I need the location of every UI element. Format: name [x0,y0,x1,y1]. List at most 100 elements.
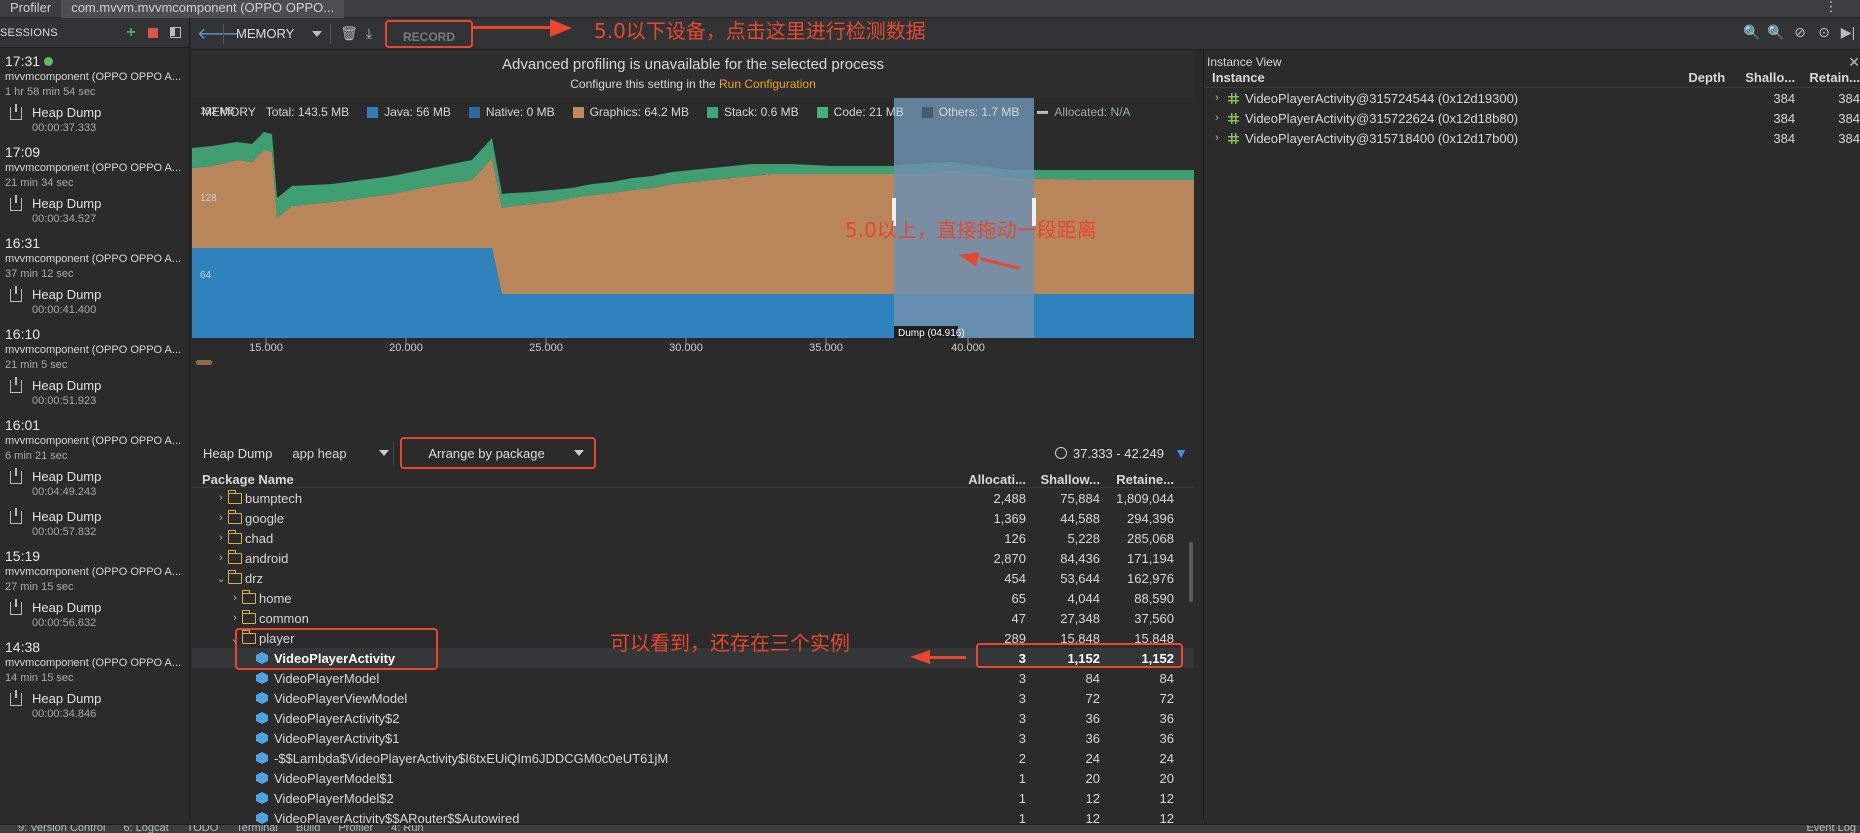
zoom-in-icon[interactable]: 🔍 [1764,24,1788,41]
session-duration: 6 min 21 sec [5,450,68,462]
table-row[interactable]: VideoPlayerActivity$2 3 36 36 [192,708,1194,728]
retained-cell: 12 [1159,790,1174,806]
header-shallow-size[interactable]: Shallow... [1030,472,1106,487]
profiler-toolbar: 🡐 MEMORY 🗑 ⤓ RECORD 🔍 🔍 ⊘ ⊙ ▶| [191,18,1860,50]
instance-row[interactable]: › VideoPlayerActivity@315724544 (0x12d19… [1204,88,1860,108]
chevron-right-icon[interactable]: › [1212,132,1222,144]
table-row[interactable]: VideoPlayerViewModel 3 72 72 [192,688,1194,708]
highlight-class-row [235,628,438,670]
table-row[interactable]: › bumptech 2,488 75,884 1,809,044 [192,488,1194,508]
header-retained-size[interactable]: Retaine... [1106,472,1178,487]
memory-chart[interactable]: 192 MB 128 64 Dump (04.916) 15.000 20.000 25.0… [192,98,1194,404]
table-row[interactable]: › android 2,870 84,436 171,194 [192,548,1194,568]
instance-row[interactable]: › VideoPlayerActivity@315718400 (0x12d17… [1204,128,1860,148]
heap-dump-item[interactable]: Heap Dump 00:00:41.400 [5,281,189,321]
run-configuration-link[interactable]: Run Configuration [719,77,816,91]
session-time: 14:38 [5,639,41,655]
arrange-select[interactable]: Arrange by package [400,437,597,469]
reset-zoom-icon[interactable]: ⊘ [1788,24,1812,41]
garbage-collect-icon[interactable]: 🗑 [339,25,359,42]
status-bar-tab[interactable]: Event Log [1806,825,1856,833]
session-item[interactable]: 14:38 mvvmcomponent (OPPO OPPO A... 14 m… [0,634,189,725]
heap-dump-item[interactable]: Heap Dump 00:00:57.832 [5,503,189,543]
x-tick-label: 15.000 [249,342,283,354]
table-row[interactable]: › home 65 4,044 88,590 [192,588,1194,608]
table-row[interactable]: › common 47 27,348 37,560 [192,608,1194,628]
chevron-right-icon[interactable]: › [216,492,226,504]
shallow-cell: 12 [1085,790,1100,806]
dump-heap-icon[interactable]: ⤓ [359,25,379,42]
pause-icon[interactable]: ⊙ [1812,24,1836,41]
status-bar-tab[interactable]: 4: Run [391,825,423,833]
session-item[interactable]: 16:31 mvvmcomponent (OPPO OPPO A... 37 m… [0,230,189,321]
status-bar-tab[interactable]: Terminal [236,825,278,833]
chevron-right-icon[interactable]: › [230,592,240,604]
close-icon[interactable]: ✕ [1848,54,1860,71]
table-row[interactable]: VideoPlayerModel 3 84 84 [192,668,1194,688]
shallow-cell: 12 [1085,810,1100,825]
allocations-cell: 1 [1018,790,1026,806]
filter-icon[interactable]: ▼ [1174,445,1188,461]
more-options-icon[interactable]: ⋮ [1824,0,1838,15]
session-item[interactable]: 17:09 mvvmcomponent (OPPO OPPO A... 21 m… [0,139,189,230]
chevron-right-icon[interactable]: › [230,612,240,624]
back-arrow-icon[interactable]: 🡐 [197,23,240,44]
chevron-right-icon[interactable]: › [1212,112,1222,124]
status-bar-tab[interactable]: Profiler [338,825,373,833]
table-row[interactable]: VideoPlayerActivity$1 3 36 36 [192,728,1194,748]
memory-legend: MEMORY Total: 143.5 MB Java: 56 MB Native… [192,104,1130,120]
instance-name: VideoPlayerActivity@315724544 (0x12d1930… [1245,90,1519,106]
session-item[interactable]: 16:01 mvvmcomponent (OPPO OPPO A... 6 mi… [0,412,189,543]
go-live-icon[interactable]: ▶| [1836,24,1860,41]
header-depth[interactable]: Depth [1679,70,1731,87]
heap-dump-item[interactable]: Heap Dump 00:04:49.243 [5,463,189,503]
heap-dump-item[interactable]: Heap Dump 00:00:34.527 [5,190,189,230]
header-retained[interactable]: Retain... [1801,70,1860,87]
header-instance[interactable]: Instance [1204,70,1679,87]
session-item[interactable]: 16:10 mvvmcomponent (OPPO OPPO A... 21 m… [0,321,189,412]
heap-dump-item[interactable]: Heap Dump 00:00:51.923 [5,372,189,412]
heap-dump-item[interactable]: Heap Dump 00:00:56.632 [5,594,189,634]
add-session-button[interactable]: + [122,24,140,42]
session-item[interactable]: 17:31 mvvmcomponent (OPPO OPPO A... 1 hr… [0,48,189,139]
profiler-select[interactable]: MEMORY [232,26,322,41]
table-row[interactable]: VideoPlayerModel$1 1 20 20 [192,768,1194,788]
table-row[interactable]: ⌄ drz 454 53,644 162,976 [192,568,1194,588]
tab-process[interactable]: com.mvvm.mvvmcomponent (OPPO OPPO... [61,0,345,18]
header-allocations[interactable]: Allocati... [948,472,1030,487]
heap-dump-item[interactable]: Heap Dump 00:00:37.333 [5,99,189,139]
record-button[interactable]: RECORD [385,19,473,48]
heap-select[interactable]: app heap [284,441,395,465]
instance-row[interactable]: › VideoPlayerActivity@315722624 (0x12d18… [1204,108,1860,128]
header-package-name[interactable]: Package Name [192,472,948,487]
table-row[interactable]: -$$Lambda$VideoPlayerActivity$I6txEUiQIm… [192,748,1194,768]
heap-dump-item[interactable]: Heap Dump 00:00:34.846 [5,685,189,725]
status-bar-tab[interactable]: 6: Logcat [123,825,168,833]
header-shallow[interactable]: Shallo... [1731,70,1801,87]
chevron-right-icon[interactable]: › [216,552,226,564]
heap-dump-time: 00:00:56.632 [32,617,97,629]
status-bar-tab[interactable]: 9: Version Control [18,825,105,833]
chevron-right-icon[interactable]: › [216,532,226,544]
chevron-down-icon[interactable]: ⌄ [216,572,226,585]
table-row[interactable]: VideoPlayerActivity$$ARouter$$Autowired … [192,808,1194,824]
vertical-scrollbar[interactable] [1189,542,1193,602]
chevron-right-icon[interactable]: › [216,512,226,524]
status-bar-tab[interactable]: TODO [187,825,219,833]
timeline-scrollbar[interactable] [196,360,212,365]
session-item[interactable]: 15:19 mvvmcomponent (OPPO OPPO A... 27 m… [0,543,189,634]
row-name: drz [245,570,264,586]
retained-cell: 84 [1159,670,1174,686]
heap-dump-label: Heap Dump [32,196,102,211]
table-row[interactable]: › google 1,369 44,588 294,396 [192,508,1194,528]
toggle-layout-button[interactable] [166,24,184,42]
y-tick-label: 64 [200,270,212,281]
tab-profiler[interactable]: Profiler [0,0,61,18]
stop-session-button[interactable] [144,24,162,42]
table-row[interactable]: VideoPlayerModel$2 1 12 12 [192,788,1194,808]
memory-chart-svg[interactable]: 192 MB12864Dump (04.916)15.000 20.000 25.0… [192,98,1194,404]
table-row[interactable]: › chad 126 5,228 285,068 [192,528,1194,548]
chevron-right-icon[interactable]: › [1212,92,1222,104]
zoom-out-icon[interactable]: 🔍 [1740,24,1764,41]
status-bar-tab[interactable]: Build [296,825,320,833]
